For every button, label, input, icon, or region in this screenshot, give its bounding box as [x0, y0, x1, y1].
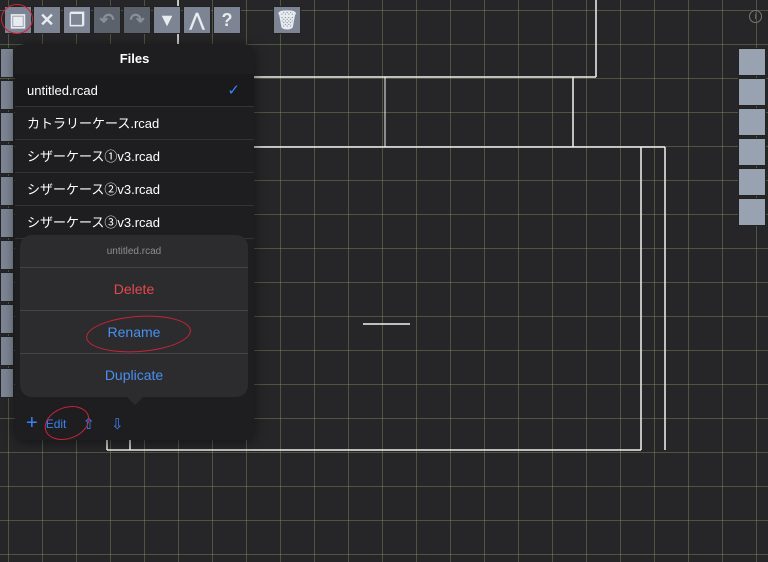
file-name: カトラリーケース.rcad: [27, 116, 160, 131]
annotation-circle: [1, 4, 33, 34]
add-button[interactable]: +: [26, 412, 38, 435]
left-tool-button[interactable]: [0, 144, 14, 174]
files-title: Files: [119, 51, 150, 66]
dropdown-button[interactable]: ▼: [153, 6, 181, 34]
left-tool-button[interactable]: [0, 176, 14, 206]
left-tool-button[interactable]: [0, 208, 14, 238]
help-button[interactable]: ?: [213, 6, 241, 34]
redo-button[interactable]: ↷: [123, 6, 151, 34]
action-sheet-title: untitled.rcad: [20, 235, 248, 268]
file-item[interactable]: カトラリーケース.rcad: [15, 107, 254, 140]
duplicate-button[interactable]: Duplicate: [20, 354, 248, 397]
file-item[interactable]: untitled.rcad ✓: [15, 74, 254, 107]
checkmark-icon: ✓: [227, 82, 240, 99]
grid-snap-button[interactable]: [738, 48, 766, 76]
tools-icon: ✕: [39, 9, 55, 30]
action-sheet-arrow: [126, 396, 144, 405]
left-tool-button[interactable]: [0, 272, 14, 302]
left-tool-button[interactable]: [0, 240, 14, 270]
perpendicular-snap-button[interactable]: [738, 168, 766, 196]
file-name: シザーケース②v3.rcad: [27, 182, 160, 197]
file-name: シザーケース①v3.rcad: [27, 149, 160, 164]
left-tool-button[interactable]: [0, 48, 14, 78]
left-tool-button[interactable]: [0, 112, 14, 142]
left-tool-button[interactable]: [0, 368, 14, 398]
delete-button[interactable]: Delete: [20, 268, 248, 311]
terrain-icon: ⋀: [189, 9, 205, 30]
file-item[interactable]: シザーケース②v3.rcad: [15, 173, 254, 206]
trash-icon: 🗑: [275, 9, 299, 30]
file-item[interactable]: シザーケース①v3.rcad: [15, 140, 254, 173]
file-name: untitled.rcad: [27, 83, 98, 98]
tangent-snap-button[interactable]: [738, 198, 766, 226]
file-name: シザーケース③v3.rcad: [27, 215, 160, 230]
dropdown-icon: ▼: [158, 9, 176, 30]
undo-button[interactable]: ↶: [93, 6, 121, 34]
terrain-button[interactable]: ⋀: [183, 6, 211, 34]
trash-button[interactable]: 🗑: [273, 6, 301, 34]
left-tool-button[interactable]: [0, 80, 14, 110]
import-icon[interactable]: ⇩: [111, 415, 124, 433]
copy-icon: ❐: [68, 9, 86, 30]
left-tool-button[interactable]: [0, 336, 14, 366]
redo-icon: ↷: [129, 9, 145, 30]
tools-button[interactable]: ✕: [33, 6, 61, 34]
intersection-snap-button[interactable]: [738, 138, 766, 166]
help-icon: ?: [221, 9, 233, 30]
undo-icon: ↶: [99, 9, 115, 30]
copy-button[interactable]: ❐: [63, 6, 91, 34]
info-icon[interactable]: i: [749, 10, 762, 23]
left-tool-button[interactable]: [0, 304, 14, 334]
endpoint-snap-button[interactable]: [738, 78, 766, 106]
center-snap-button[interactable]: [738, 108, 766, 136]
